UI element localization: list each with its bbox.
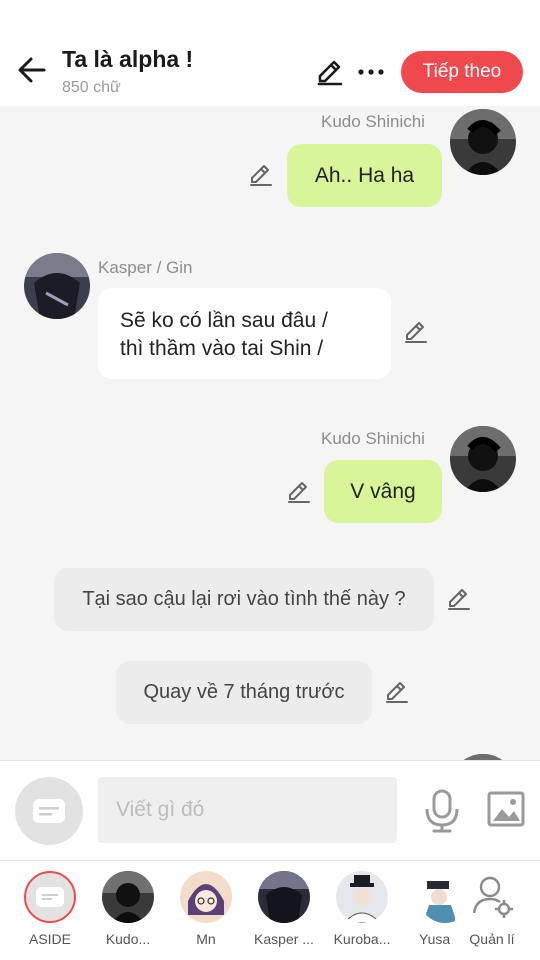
character-label: ASIDE	[28, 931, 71, 947]
character-yusa[interactable]: Yusa	[405, 871, 455, 947]
chat-bubble-icon	[36, 887, 64, 907]
message-input[interactable]	[98, 777, 397, 843]
character-kasper[interactable]: Kasper ...	[249, 871, 319, 947]
character-kudo[interactable]: Kudo...	[93, 871, 163, 947]
character-label: Yusa	[419, 931, 451, 947]
character-aside[interactable]: ASIDE	[15, 871, 85, 947]
message-line: thì thầm vào tai Shin /	[120, 337, 324, 360]
edit-message-icon[interactable]	[403, 319, 429, 345]
avatar-image-icon	[336, 871, 388, 923]
edit-message-icon[interactable]	[248, 162, 274, 188]
avatar	[102, 871, 154, 923]
narration-bubble[interactable]: Tại sao cậu lại rơi vào tình thế này ?	[54, 568, 434, 631]
avatar-image-icon	[450, 426, 516, 492]
avatar-image-icon	[258, 871, 310, 923]
story-title: Ta là alpha !	[62, 46, 194, 72]
speaker-name: Kudo Shinichi	[321, 429, 425, 448]
avatar	[258, 871, 310, 923]
avatar	[336, 871, 388, 923]
aside-toggle-button[interactable]	[15, 777, 83, 845]
edit-pencil-icon[interactable]	[314, 56, 346, 88]
more-options-icon[interactable]	[356, 56, 386, 88]
character-bar: ASIDE Kudo... Mn Kasper ... Kuroba... Yu…	[0, 860, 540, 960]
message-bubble[interactable]: V vâng	[324, 460, 442, 523]
avatar-image-icon	[24, 253, 90, 319]
avatar-kudo[interactable]	[450, 426, 516, 492]
avatar-kudo[interactable]	[450, 109, 516, 175]
next-button[interactable]: Tiếp theo	[401, 51, 523, 93]
back-arrow-icon[interactable]	[14, 52, 50, 88]
manage-characters-button[interactable]: Quản lí	[457, 871, 527, 947]
character-mn[interactable]: Mn	[171, 871, 241, 947]
character-label: Kasper ...	[254, 931, 314, 947]
speaker-name: Kudo Shinichi	[321, 112, 425, 131]
character-label: Mn	[196, 931, 216, 947]
message-line: Sẽ ko có lần sau đâu /	[120, 309, 328, 332]
avatar-image-icon	[102, 871, 154, 923]
composer-bar	[0, 760, 540, 860]
image-icon[interactable]	[487, 791, 525, 827]
chat-area: Kudo Shinichi Ah.. Ha ha Kasper / Gin Sẽ…	[0, 106, 540, 760]
avatar-image-icon	[180, 871, 232, 923]
avatar	[419, 871, 455, 923]
edit-message-icon[interactable]	[446, 586, 472, 612]
character-kuroba[interactable]: Kuroba...	[327, 871, 397, 947]
edit-message-icon[interactable]	[286, 479, 312, 505]
character-label: Quản lí	[469, 931, 515, 947]
speaker-name: Kasper / Gin	[98, 258, 193, 277]
chat-bubble-icon	[33, 799, 65, 823]
microphone-icon[interactable]	[422, 789, 462, 833]
avatar	[180, 871, 232, 923]
header: Ta là alpha ! 850 chữ Tiếp theo	[0, 0, 540, 106]
avatar-kasper[interactable]	[24, 253, 90, 319]
message-bubble[interactable]: Sẽ ko có lần sau đâu / thì thầm vào tai …	[98, 288, 391, 379]
word-count: 850 chữ	[62, 79, 121, 96]
narration-bubble[interactable]: Quay về 7 tháng trước	[116, 661, 372, 724]
person-settings-icon-wrap	[466, 871, 518, 923]
message-bubble[interactable]: Ah.. Ha ha	[287, 144, 442, 207]
avatar-image-icon	[419, 871, 455, 923]
character-label: Kudo...	[105, 931, 151, 947]
avatar-image-icon	[450, 109, 516, 175]
aside-avatar	[24, 871, 76, 923]
character-label: Kuroba...	[333, 931, 391, 947]
person-settings-icon	[472, 876, 513, 918]
edit-message-icon[interactable]	[384, 679, 410, 705]
